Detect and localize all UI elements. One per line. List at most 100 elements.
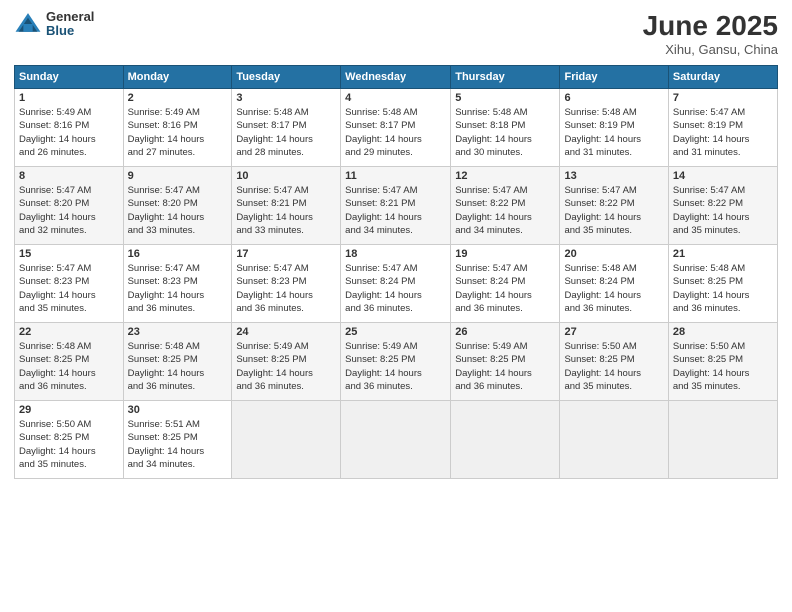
- day-number: 8: [19, 170, 119, 182]
- day-number: 24: [236, 326, 336, 338]
- day-info: Sunrise: 5:49 AMSunset: 8:25 PMDaylight:…: [236, 340, 336, 393]
- day-cell: 27 Sunrise: 5:50 AMSunset: 8:25 PMDayligh…: [560, 323, 668, 401]
- day-cell: 7 Sunrise: 5:47 AMSunset: 8:19 PMDaylight…: [668, 89, 777, 167]
- day-info: Sunrise: 5:48 AMSunset: 8:25 PMDaylight:…: [19, 340, 119, 393]
- day-cell: [341, 401, 451, 479]
- day-cell: 29Sunrise: 5:50 AMSunset: 8:25 PMDayligh…: [15, 401, 124, 479]
- day-number: 12: [455, 170, 555, 182]
- day-cell: 20 Sunrise: 5:48 AMSunset: 8:24 PMDayligh…: [560, 245, 668, 323]
- day-cell: 22Sunrise: 5:48 AMSunset: 8:25 PMDayligh…: [15, 323, 124, 401]
- logo-blue: Blue: [46, 24, 94, 38]
- day-info: Sunrise: 5:50 AMSunset: 8:25 PMDaylight:…: [673, 340, 773, 393]
- calendar-page: General Blue June 2025 Xihu, Gansu, Chin…: [0, 0, 792, 612]
- day-cell: 6 Sunrise: 5:48 AMSunset: 8:19 PMDaylight…: [560, 89, 668, 167]
- day-info: Sunrise: 5:48 AMSunset: 8:25 PMDaylight:…: [128, 340, 228, 393]
- day-cell: 3Sunrise: 5:48 AMSunset: 8:17 PMDaylight…: [232, 89, 341, 167]
- day-info: Sunrise: 5:47 AMSunset: 8:22 PMDaylight:…: [673, 184, 773, 237]
- day-number: 3: [236, 92, 336, 104]
- day-cell: 30 Sunrise: 5:51 AMSunset: 8:25 PMDayligh…: [123, 401, 232, 479]
- day-info: Sunrise: 5:49 AMSunset: 8:25 PMDaylight:…: [455, 340, 555, 393]
- day-cell: 13Sunrise: 5:47 AMSunset: 8:22 PMDayligh…: [560, 167, 668, 245]
- day-number: 14: [673, 170, 773, 182]
- day-info: Sunrise: 5:50 AMSunset: 8:25 PMDaylight:…: [564, 340, 663, 393]
- day-info: Sunrise: 5:47 AMSunset: 8:22 PMDaylight:…: [564, 184, 663, 237]
- header-sunday: Sunday: [15, 66, 124, 89]
- day-cell: [560, 401, 668, 479]
- header-wednesday: Wednesday: [341, 66, 451, 89]
- day-number: 7: [673, 92, 773, 104]
- day-number: 4: [345, 92, 446, 104]
- day-cell: 9 Sunrise: 5:47 AMSunset: 8:20 PMDaylight…: [123, 167, 232, 245]
- day-number: 29: [19, 404, 119, 416]
- calendar-subtitle: Xihu, Gansu, China: [643, 42, 778, 57]
- day-cell: 17 Sunrise: 5:47 AMSunset: 8:23 PMDayligh…: [232, 245, 341, 323]
- day-cell: 2Sunrise: 5:49 AMSunset: 8:16 PMDaylight…: [123, 89, 232, 167]
- day-info: Sunrise: 5:48 AMSunset: 8:18 PMDaylight:…: [455, 106, 555, 159]
- week-row-2: 15 Sunrise: 5:47 AMSunset: 8:23 PMDayligh…: [15, 245, 778, 323]
- title-block: June 2025 Xihu, Gansu, China: [643, 10, 778, 57]
- header-row: Sunday Monday Tuesday Wednesday Thursday…: [15, 66, 778, 89]
- day-cell: 11 Sunrise: 5:47 AMSunset: 8:21 PMDayligh…: [341, 167, 451, 245]
- day-info: Sunrise: 5:47 AMSunset: 8:19 PMDaylight:…: [673, 106, 773, 159]
- logo: General Blue: [14, 10, 94, 39]
- day-info: Sunrise: 5:47 AMSunset: 8:21 PMDaylight:…: [345, 184, 446, 237]
- day-info: Sunrise: 5:47 AMSunset: 8:24 PMDaylight:…: [345, 262, 446, 315]
- header: General Blue June 2025 Xihu, Gansu, Chin…: [14, 10, 778, 57]
- week-row-0: 1 Sunrise: 5:49 AMSunset: 8:16 PMDaylight…: [15, 89, 778, 167]
- day-cell: [668, 401, 777, 479]
- day-info: Sunrise: 5:51 AMSunset: 8:25 PMDaylight:…: [128, 418, 228, 471]
- week-row-4: 29Sunrise: 5:50 AMSunset: 8:25 PMDayligh…: [15, 401, 778, 479]
- day-number: 20: [564, 248, 663, 260]
- day-info: Sunrise: 5:48 AMSunset: 8:19 PMDaylight:…: [564, 106, 663, 159]
- day-cell: 28 Sunrise: 5:50 AMSunset: 8:25 PMDayligh…: [668, 323, 777, 401]
- day-number: 11: [345, 170, 446, 182]
- week-row-3: 22Sunrise: 5:48 AMSunset: 8:25 PMDayligh…: [15, 323, 778, 401]
- day-number: 17: [236, 248, 336, 260]
- day-number: 9: [128, 170, 228, 182]
- day-cell: 5 Sunrise: 5:48 AMSunset: 8:18 PMDaylight…: [451, 89, 560, 167]
- logo-text: General Blue: [46, 10, 94, 39]
- day-number: 16: [128, 248, 228, 260]
- logo-general: General: [46, 10, 94, 24]
- day-cell: 23 Sunrise: 5:48 AMSunset: 8:25 PMDayligh…: [123, 323, 232, 401]
- day-cell: 26Sunrise: 5:49 AMSunset: 8:25 PMDayligh…: [451, 323, 560, 401]
- day-cell: 21Sunrise: 5:48 AMSunset: 8:25 PMDayligh…: [668, 245, 777, 323]
- day-cell: 14 Sunrise: 5:47 AMSunset: 8:22 PMDayligh…: [668, 167, 777, 245]
- day-cell: 1 Sunrise: 5:49 AMSunset: 8:16 PMDaylight…: [15, 89, 124, 167]
- day-number: 25: [345, 326, 446, 338]
- header-saturday: Saturday: [668, 66, 777, 89]
- day-info: Sunrise: 5:48 AMSunset: 8:24 PMDaylight:…: [564, 262, 663, 315]
- day-cell: [232, 401, 341, 479]
- day-cell: 8 Sunrise: 5:47 AMSunset: 8:20 PMDaylight…: [15, 167, 124, 245]
- day-cell: 16 Sunrise: 5:47 AMSunset: 8:23 PMDayligh…: [123, 245, 232, 323]
- day-number: 15: [19, 248, 119, 260]
- day-info: Sunrise: 5:49 AMSunset: 8:16 PMDaylight:…: [128, 106, 228, 159]
- day-info: Sunrise: 5:48 AMSunset: 8:25 PMDaylight:…: [673, 262, 773, 315]
- calendar-title: June 2025: [643, 10, 778, 42]
- day-cell: 10Sunrise: 5:47 AMSunset: 8:21 PMDayligh…: [232, 167, 341, 245]
- day-number: 1: [19, 92, 119, 104]
- logo-icon: [14, 10, 42, 38]
- day-cell: 15 Sunrise: 5:47 AMSunset: 8:23 PMDayligh…: [15, 245, 124, 323]
- day-cell: 24 Sunrise: 5:49 AMSunset: 8:25 PMDayligh…: [232, 323, 341, 401]
- day-info: Sunrise: 5:49 AMSunset: 8:25 PMDaylight:…: [345, 340, 446, 393]
- header-friday: Friday: [560, 66, 668, 89]
- day-info: Sunrise: 5:47 AMSunset: 8:20 PMDaylight:…: [128, 184, 228, 237]
- day-number: 28: [673, 326, 773, 338]
- header-tuesday: Tuesday: [232, 66, 341, 89]
- day-info: Sunrise: 5:49 AMSunset: 8:16 PMDaylight:…: [19, 106, 119, 159]
- day-info: Sunrise: 5:47 AMSunset: 8:22 PMDaylight:…: [455, 184, 555, 237]
- day-info: Sunrise: 5:47 AMSunset: 8:20 PMDaylight:…: [19, 184, 119, 237]
- day-cell: 18 Sunrise: 5:47 AMSunset: 8:24 PMDayligh…: [341, 245, 451, 323]
- day-number: 27: [564, 326, 663, 338]
- day-info: Sunrise: 5:47 AMSunset: 8:23 PMDaylight:…: [128, 262, 228, 315]
- day-info: Sunrise: 5:47 AMSunset: 8:23 PMDaylight:…: [19, 262, 119, 315]
- day-info: Sunrise: 5:47 AMSunset: 8:24 PMDaylight:…: [455, 262, 555, 315]
- day-number: 5: [455, 92, 555, 104]
- day-number: 6: [564, 92, 663, 104]
- day-info: Sunrise: 5:47 AMSunset: 8:23 PMDaylight:…: [236, 262, 336, 315]
- day-number: 19: [455, 248, 555, 260]
- day-number: 18: [345, 248, 446, 260]
- day-number: 23: [128, 326, 228, 338]
- day-number: 30: [128, 404, 228, 416]
